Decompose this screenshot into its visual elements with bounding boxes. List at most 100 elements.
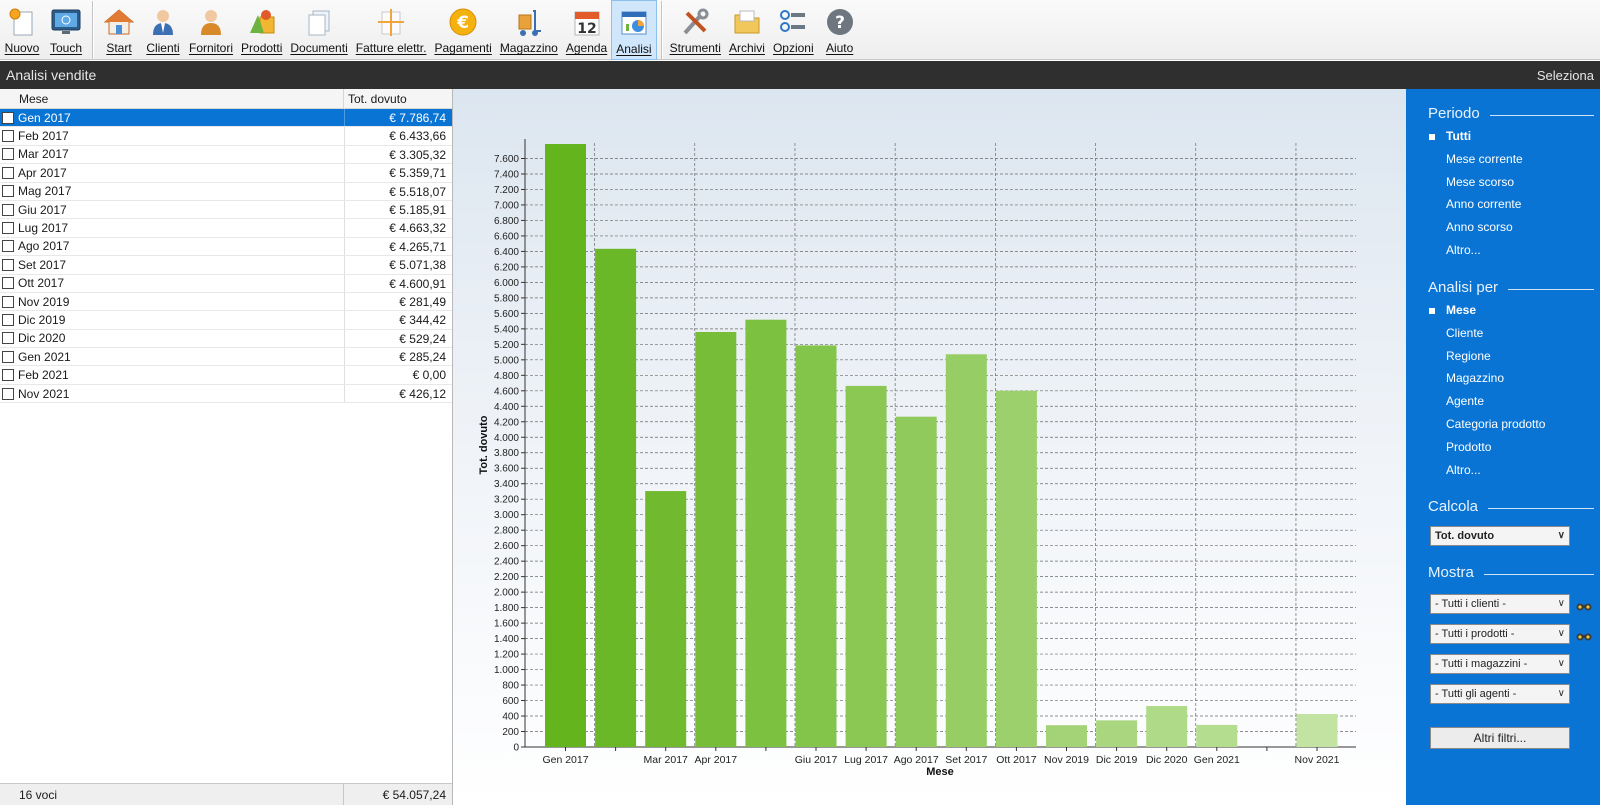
bar-set-2017[interactable]: [945, 354, 987, 747]
toolbar-agenda-label: Agenda: [565, 41, 608, 55]
bar-lug-2017[interactable]: [845, 385, 887, 747]
mostra-filter-select[interactable]: - Tutti i magazzini - ∨: [1430, 654, 1570, 674]
row-checkbox[interactable]: [2, 111, 14, 124]
bar-apr-2017[interactable]: [695, 331, 737, 747]
periodo-option[interactable]: Anno corrente: [1446, 197, 1521, 211]
row-checkbox[interactable]: [2, 313, 14, 326]
row-count: 16 voci: [0, 784, 344, 805]
toolbar-documenti-button[interactable]: Documenti: [286, 0, 351, 60]
analisi-per-option[interactable]: Agente: [1446, 394, 1484, 408]
bar-nov-2021[interactable]: [1296, 714, 1338, 747]
row-checkbox[interactable]: [2, 277, 14, 290]
table-row[interactable]: Giu 2017 € 5.185,91: [0, 200, 452, 220]
toolbar-analisi-button[interactable]: Analisi: [611, 0, 657, 60]
mostra-filter-select[interactable]: - Tutti i prodotti - ∨: [1430, 624, 1570, 644]
other-filters-button[interactable]: Altri filtri...: [1430, 727, 1570, 749]
binoculars-icon[interactable]: [1576, 630, 1592, 641]
bar-mag-2017[interactable]: [745, 319, 787, 747]
analisi-per-option[interactable]: Prodotto: [1446, 440, 1491, 454]
row-checkbox[interactable]: [2, 387, 14, 400]
table-row[interactable]: Ott 2017 € 4.600,91: [0, 274, 452, 293]
toolbar-clienti-button[interactable]: Clienti: [141, 0, 185, 60]
analisi-per-option[interactable]: Cliente: [1446, 326, 1483, 340]
row-checkbox[interactable]: [2, 222, 14, 235]
toolbar-archivi-button[interactable]: Archivi: [725, 0, 769, 60]
toolbar-touch-button[interactable]: Touch: [44, 0, 88, 60]
analisi-per-option[interactable]: Categoria prodotto: [1446, 417, 1545, 431]
mostra-filter-select[interactable]: - Tutti gli agenti - ∨: [1430, 684, 1570, 704]
table-row[interactable]: Ago 2017 € 4.265,71: [0, 237, 452, 257]
periodo-option[interactable]: Altro...: [1446, 243, 1481, 257]
bar-dic-2019[interactable]: [1096, 720, 1138, 747]
row-checkbox[interactable]: [2, 130, 14, 143]
toolbar-fatture-button[interactable]: Fatture elettr.: [352, 0, 431, 60]
row-checkbox[interactable]: [2, 240, 14, 253]
mostra-filter-select[interactable]: - Tutti i clienti - ∨: [1430, 594, 1570, 614]
row-checkbox[interactable]: [2, 203, 14, 216]
bar-nov-2019[interactable]: [1046, 725, 1087, 747]
table-row[interactable]: Gen 2017 € 7.786,74: [0, 109, 452, 128]
toolbar-aiuto-button[interactable]: ? Aiuto: [818, 0, 862, 60]
table-row[interactable]: Lug 2017 € 4.663,32: [0, 219, 452, 238]
toolbar-strumenti-button[interactable]: Strumenti: [666, 0, 725, 60]
column-header-mese[interactable]: Mese: [0, 89, 344, 108]
bar-ott-2017[interactable]: [995, 390, 1037, 747]
table-row[interactable]: Feb 2021 € 0,00: [0, 366, 452, 385]
archive-folder-icon: [731, 6, 763, 38]
analisi-per-option[interactable]: Mese: [1428, 303, 1476, 317]
analisi-per-option[interactable]: Regione: [1446, 349, 1491, 363]
table-row[interactable]: Set 2017 € 5.071,38: [0, 256, 452, 275]
bar-gen-2021[interactable]: [1196, 724, 1238, 747]
toolbar-pagamenti-button[interactable]: € Pagamenti: [430, 0, 495, 60]
table-row[interactable]: Feb 2017 € 6.433,66: [0, 127, 452, 146]
toolbar-fornitori-button[interactable]: Fornitori: [185, 0, 237, 60]
binoculars-icon[interactable]: [1576, 600, 1592, 611]
toolbar-magazzino-button[interactable]: Magazzino: [496, 0, 562, 60]
y-tick-label: 7.600: [494, 154, 519, 165]
row-checkbox[interactable]: [2, 148, 14, 161]
row-checkbox[interactable]: [2, 350, 14, 363]
analisi-per-option[interactable]: Altro...: [1446, 463, 1481, 477]
periodo-option[interactable]: Mese corrente: [1446, 152, 1523, 166]
analisi-per-option[interactable]: Magazzino: [1446, 371, 1504, 385]
periodo-option[interactable]: Mese scorso: [1446, 175, 1514, 189]
bar-gen-2017[interactable]: [545, 144, 586, 747]
table-row[interactable]: Mag 2017 € 5.518,07: [0, 182, 452, 201]
bar-ago-2017[interactable]: [895, 416, 937, 747]
toolbar-touch-label: Touch: [49, 41, 83, 55]
column-header-tot-dovuto[interactable]: Tot. dovuto: [344, 89, 452, 108]
toolbar-opzioni-button[interactable]: Opzioni: [769, 0, 818, 60]
row-checkbox[interactable]: [2, 369, 14, 382]
bar-feb-2017[interactable]: [595, 248, 637, 747]
row-checkbox[interactable]: [2, 295, 14, 308]
x-tick-label: Lug 2017: [844, 754, 888, 766]
toolbar-start-button[interactable]: Start: [97, 0, 141, 60]
table-row[interactable]: Gen 2021 € 285,24: [0, 348, 452, 367]
bar-mar-2017[interactable]: [645, 491, 687, 747]
y-tick-label: 5.400: [494, 324, 519, 335]
select-link[interactable]: Seleziona: [1537, 68, 1594, 83]
bar-giu-2017[interactable]: [795, 345, 837, 747]
y-tick-label: 7.000: [494, 200, 519, 211]
toolbar-documenti-label: Documenti: [290, 41, 348, 55]
bar-dic-2020[interactable]: [1146, 706, 1188, 747]
toolbar-prodotti-button[interactable]: Prodotti: [237, 0, 286, 60]
table-row[interactable]: Apr 2017 € 5.359,71: [0, 164, 452, 183]
table-row[interactable]: Dic 2020 € 529,24: [0, 329, 452, 349]
periodo-option[interactable]: Tutti: [1428, 129, 1471, 143]
row-checkbox[interactable]: [2, 185, 14, 198]
y-tick-label: 2.600: [494, 541, 519, 552]
cell-tot-dovuto: € 281,49: [344, 292, 452, 311]
row-checkbox[interactable]: [2, 166, 14, 179]
table-row[interactable]: Nov 2019 € 281,49: [0, 292, 452, 312]
toolbar-nuovo-button[interactable]: Nuovo: [0, 0, 44, 60]
calcola-select[interactable]: Tot. dovuto ∨: [1430, 526, 1570, 546]
row-checkbox[interactable]: [2, 258, 14, 271]
periodo-option[interactable]: Anno scorso: [1446, 220, 1513, 234]
row-checkbox[interactable]: [2, 332, 14, 345]
table-row[interactable]: Dic 2019 € 344,42: [0, 311, 452, 330]
cell-mese: Nov 2019: [18, 294, 70, 309]
toolbar-agenda-button[interactable]: 12 Agenda: [562, 0, 611, 60]
table-row[interactable]: Mar 2017 € 3.305,32: [0, 145, 452, 165]
table-row[interactable]: Nov 2021 € 426,12: [0, 384, 452, 404]
